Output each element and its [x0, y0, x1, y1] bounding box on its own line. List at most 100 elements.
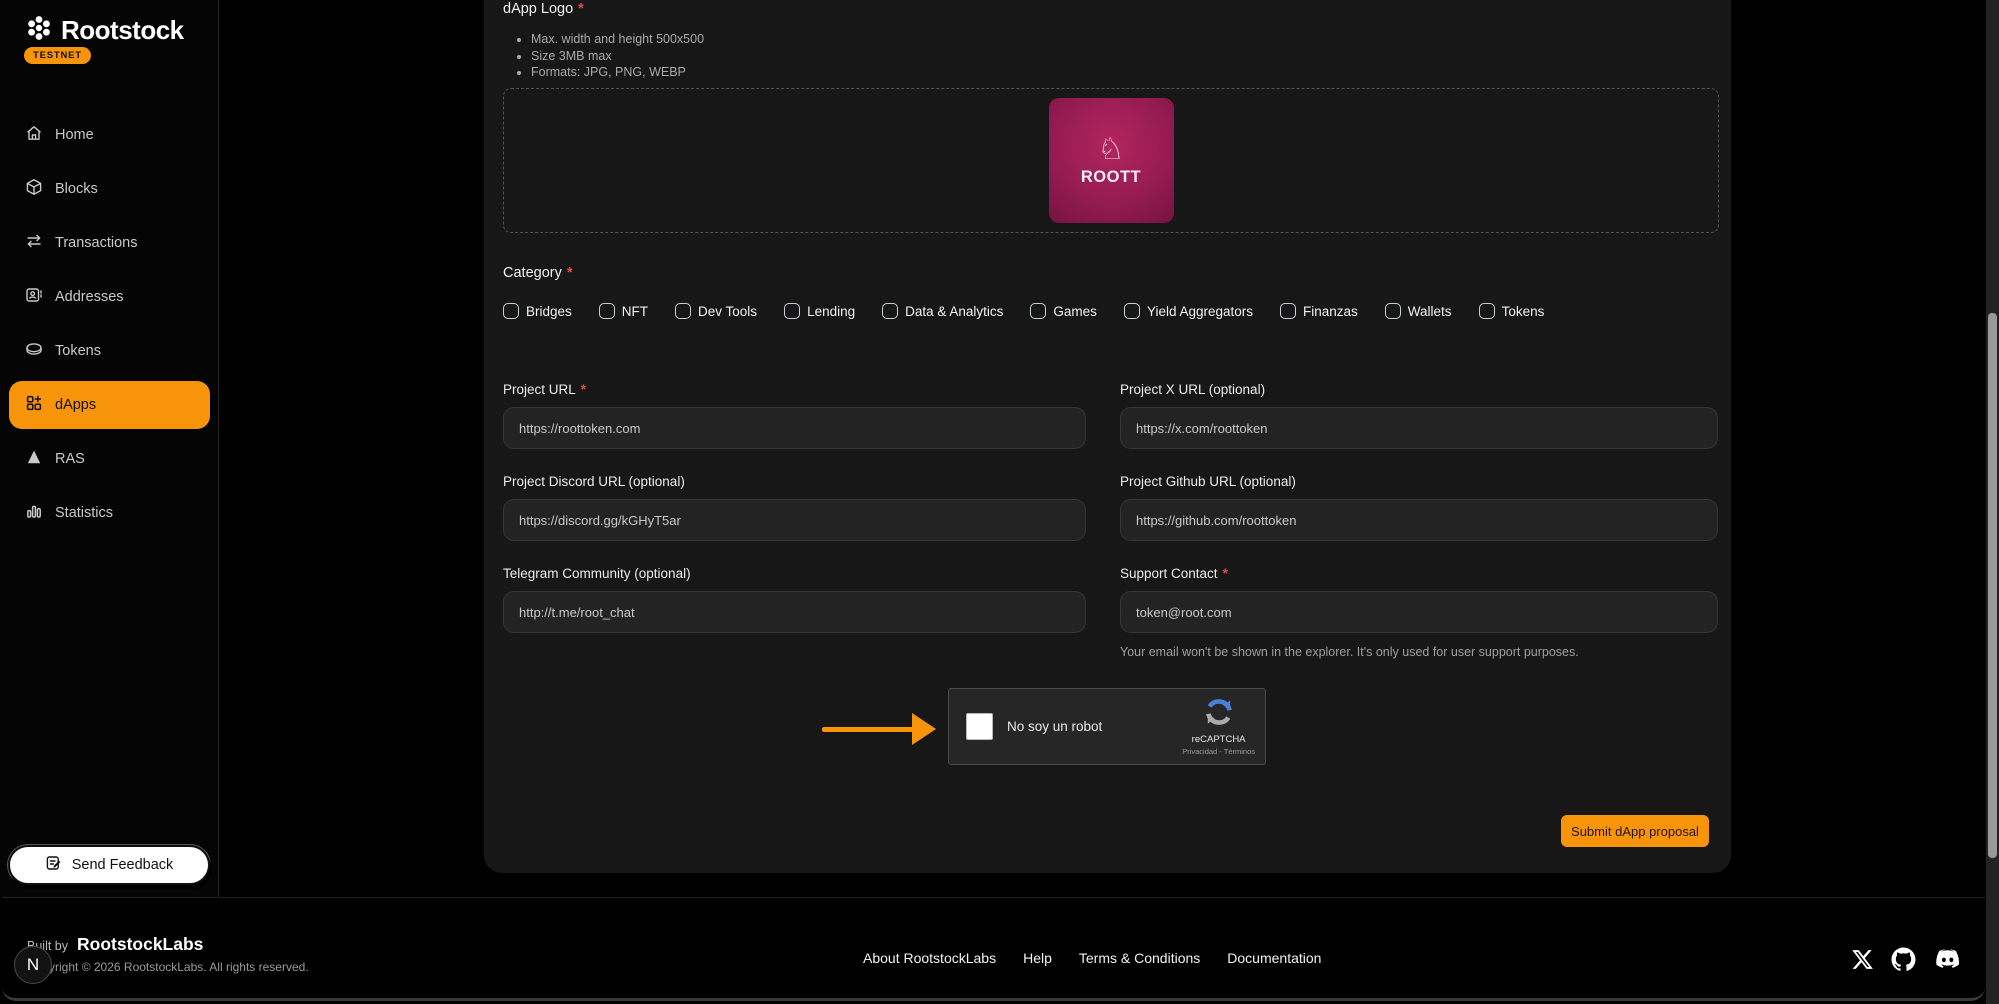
category-option-bridges[interactable]: Bridges	[503, 303, 572, 319]
footer-links: About RootstockLabs Help Terms & Conditi…	[863, 950, 1321, 966]
logo-requirements-list: Max. width and height 500x500 Size 3MB m…	[517, 31, 704, 81]
sidebar-item-blocks[interactable]: Blocks	[0, 162, 219, 216]
sidebar-item-dapps[interactable]: dApps	[9, 381, 210, 429]
logo-preview-symbol: ROOTT	[1081, 168, 1141, 187]
sidebar-item-label: Transactions	[55, 235, 137, 251]
checkbox-icon[interactable]	[1385, 303, 1401, 319]
recaptcha-privacy-terms[interactable]: Privacidad - Términos	[1182, 747, 1255, 756]
category-option-dev-tools[interactable]: Dev Tools	[675, 303, 757, 319]
project-url-input[interactable]	[503, 407, 1086, 449]
n-overlay-badge[interactable]: N	[14, 946, 52, 984]
recaptcha-brand: reCAPTCHA	[1192, 734, 1246, 745]
recaptcha-logo-icon	[1204, 697, 1234, 732]
category-option-tokens[interactable]: Tokens	[1479, 303, 1545, 319]
home-icon	[25, 124, 43, 146]
x-icon[interactable]	[1851, 948, 1874, 971]
copyright-text: Copyright © 2026 RootstockLabs. All righ…	[27, 960, 309, 974]
brand[interactable]: Rootstock	[24, 13, 184, 48]
dapp-logo-label: dApp Logo*	[503, 1, 584, 17]
checkbox-icon[interactable]	[675, 303, 691, 319]
checkbox-icon[interactable]	[503, 303, 519, 319]
checkbox-icon[interactable]	[1124, 303, 1140, 319]
logo-preview-tile: ♘ ROOTT	[1049, 98, 1174, 223]
sidebar-item-home[interactable]: Home	[0, 108, 219, 162]
project-github-url-input[interactable]	[1120, 499, 1718, 541]
project-x-url-input[interactable]	[1120, 407, 1718, 449]
telegram-community-input[interactable]	[503, 591, 1086, 633]
category-checkbox-group: Bridges NFT Dev Tools Lending Data & Ana…	[503, 303, 1544, 319]
support-helper-text: Your email won't be shown in the explore…	[1120, 645, 1718, 659]
logo-dropzone[interactable]: ♘ ROOTT	[503, 88, 1719, 233]
checkbox-icon[interactable]	[882, 303, 898, 319]
sidebar: Rootstock TESTNET Home Blocks Transactio…	[0, 0, 219, 897]
checkbox-icon[interactable]	[1280, 303, 1296, 319]
field-label: Project X URL (optional)	[1120, 382, 1718, 397]
field-support-contact: Support Contact* Your email won't be sho…	[1120, 566, 1718, 659]
cube-icon	[25, 178, 43, 200]
checkbox-icon[interactable]	[1479, 303, 1495, 319]
recaptcha-widget: No soy un robot reCAPTCHA Privacidad - T…	[948, 688, 1266, 765]
category-option-finanzas[interactable]: Finanzas	[1280, 303, 1358, 319]
requirement-item: Max. width and height 500x500	[531, 31, 704, 48]
sidebar-item-label: dApps	[55, 397, 96, 413]
scrollbar-thumb[interactable]	[1988, 313, 1997, 858]
rootstock-logo-icon	[24, 13, 54, 48]
field-project-x-url: Project X URL (optional)	[1120, 382, 1718, 449]
checkbox-icon[interactable]	[599, 303, 615, 319]
checkbox-icon[interactable]	[784, 303, 800, 319]
orange-arrow-head	[912, 713, 936, 745]
footer-link-about[interactable]: About RootstockLabs	[863, 950, 996, 966]
category-option-games[interactable]: Games	[1030, 303, 1097, 319]
requirement-item: Size 3MB max	[531, 48, 704, 65]
sidebar-item-tokens[interactable]: Tokens	[0, 324, 219, 378]
sidebar-item-label: RAS	[55, 451, 85, 467]
sidebar-item-addresses[interactable]: Addresses	[0, 270, 219, 324]
discord-icon[interactable]	[1933, 946, 1960, 973]
send-feedback-label: Send Feedback	[72, 857, 174, 873]
submit-dapp-proposal-button[interactable]: Submit dApp proposal	[1561, 815, 1709, 847]
field-telegram-community: Telegram Community (optional)	[503, 566, 1086, 633]
sidebar-item-transactions[interactable]: Transactions	[0, 216, 219, 270]
footer: Built by RootstockLabs Copyright © 2026 …	[2, 897, 1985, 1001]
knight-chess-icon: ♘	[1098, 135, 1125, 165]
company-name: RootstockLabs	[77, 934, 203, 955]
sidebar-item-label: Statistics	[55, 505, 113, 521]
sidebar-item-ras[interactable]: RAS	[0, 432, 219, 486]
requirement-item: Formats: JPG, PNG, WEBP	[531, 64, 704, 81]
brand-name: Rootstock	[61, 15, 184, 46]
project-discord-url-input[interactable]	[503, 499, 1086, 541]
github-icon[interactable]	[1891, 947, 1916, 972]
category-option-data-analytics[interactable]: Data & Analytics	[882, 303, 1003, 319]
checkbox-icon[interactable]	[1030, 303, 1046, 319]
category-label: Category*	[503, 265, 573, 281]
contact-card-icon	[25, 286, 43, 308]
sidebar-item-label: Addresses	[55, 289, 124, 305]
footer-link-documentation[interactable]: Documentation	[1227, 950, 1321, 966]
field-label: Project Discord URL (optional)	[503, 474, 1086, 489]
category-option-nft[interactable]: NFT	[599, 303, 648, 319]
category-option-lending[interactable]: Lending	[784, 303, 855, 319]
category-option-wallets[interactable]: Wallets	[1385, 303, 1452, 319]
scrollbar-track[interactable]	[1986, 0, 1999, 1004]
sidebar-nav: Home Blocks Transactions Addresses Token…	[0, 108, 219, 540]
sidebar-item-label: Home	[55, 127, 94, 143]
swap-arrows-icon	[25, 232, 43, 254]
send-feedback-button[interactable]: Send Feedback	[8, 845, 210, 885]
grid-plus-icon	[25, 394, 43, 416]
dapp-proposal-form-panel: dApp Logo* Max. width and height 500x500…	[484, 0, 1731, 873]
category-option-yield-aggregators[interactable]: Yield Aggregators	[1124, 303, 1253, 319]
support-contact-input[interactable]	[1120, 591, 1718, 633]
feedback-edit-icon	[45, 854, 63, 876]
triangle-icon	[25, 448, 43, 470]
footer-link-help[interactable]: Help	[1023, 950, 1052, 966]
sidebar-item-statistics[interactable]: Statistics	[0, 486, 219, 540]
coin-icon	[25, 340, 43, 362]
field-project-url: Project URL*	[503, 382, 1086, 449]
sidebar-item-label: Blocks	[55, 181, 98, 197]
sidebar-item-label: Tokens	[55, 343, 101, 359]
field-label: Project Github URL (optional)	[1120, 474, 1718, 489]
recaptcha-checkbox[interactable]	[966, 713, 993, 740]
bar-chart-icon	[25, 502, 43, 524]
field-label: Project URL*	[503, 382, 1086, 397]
footer-link-terms[interactable]: Terms & Conditions	[1079, 950, 1200, 966]
